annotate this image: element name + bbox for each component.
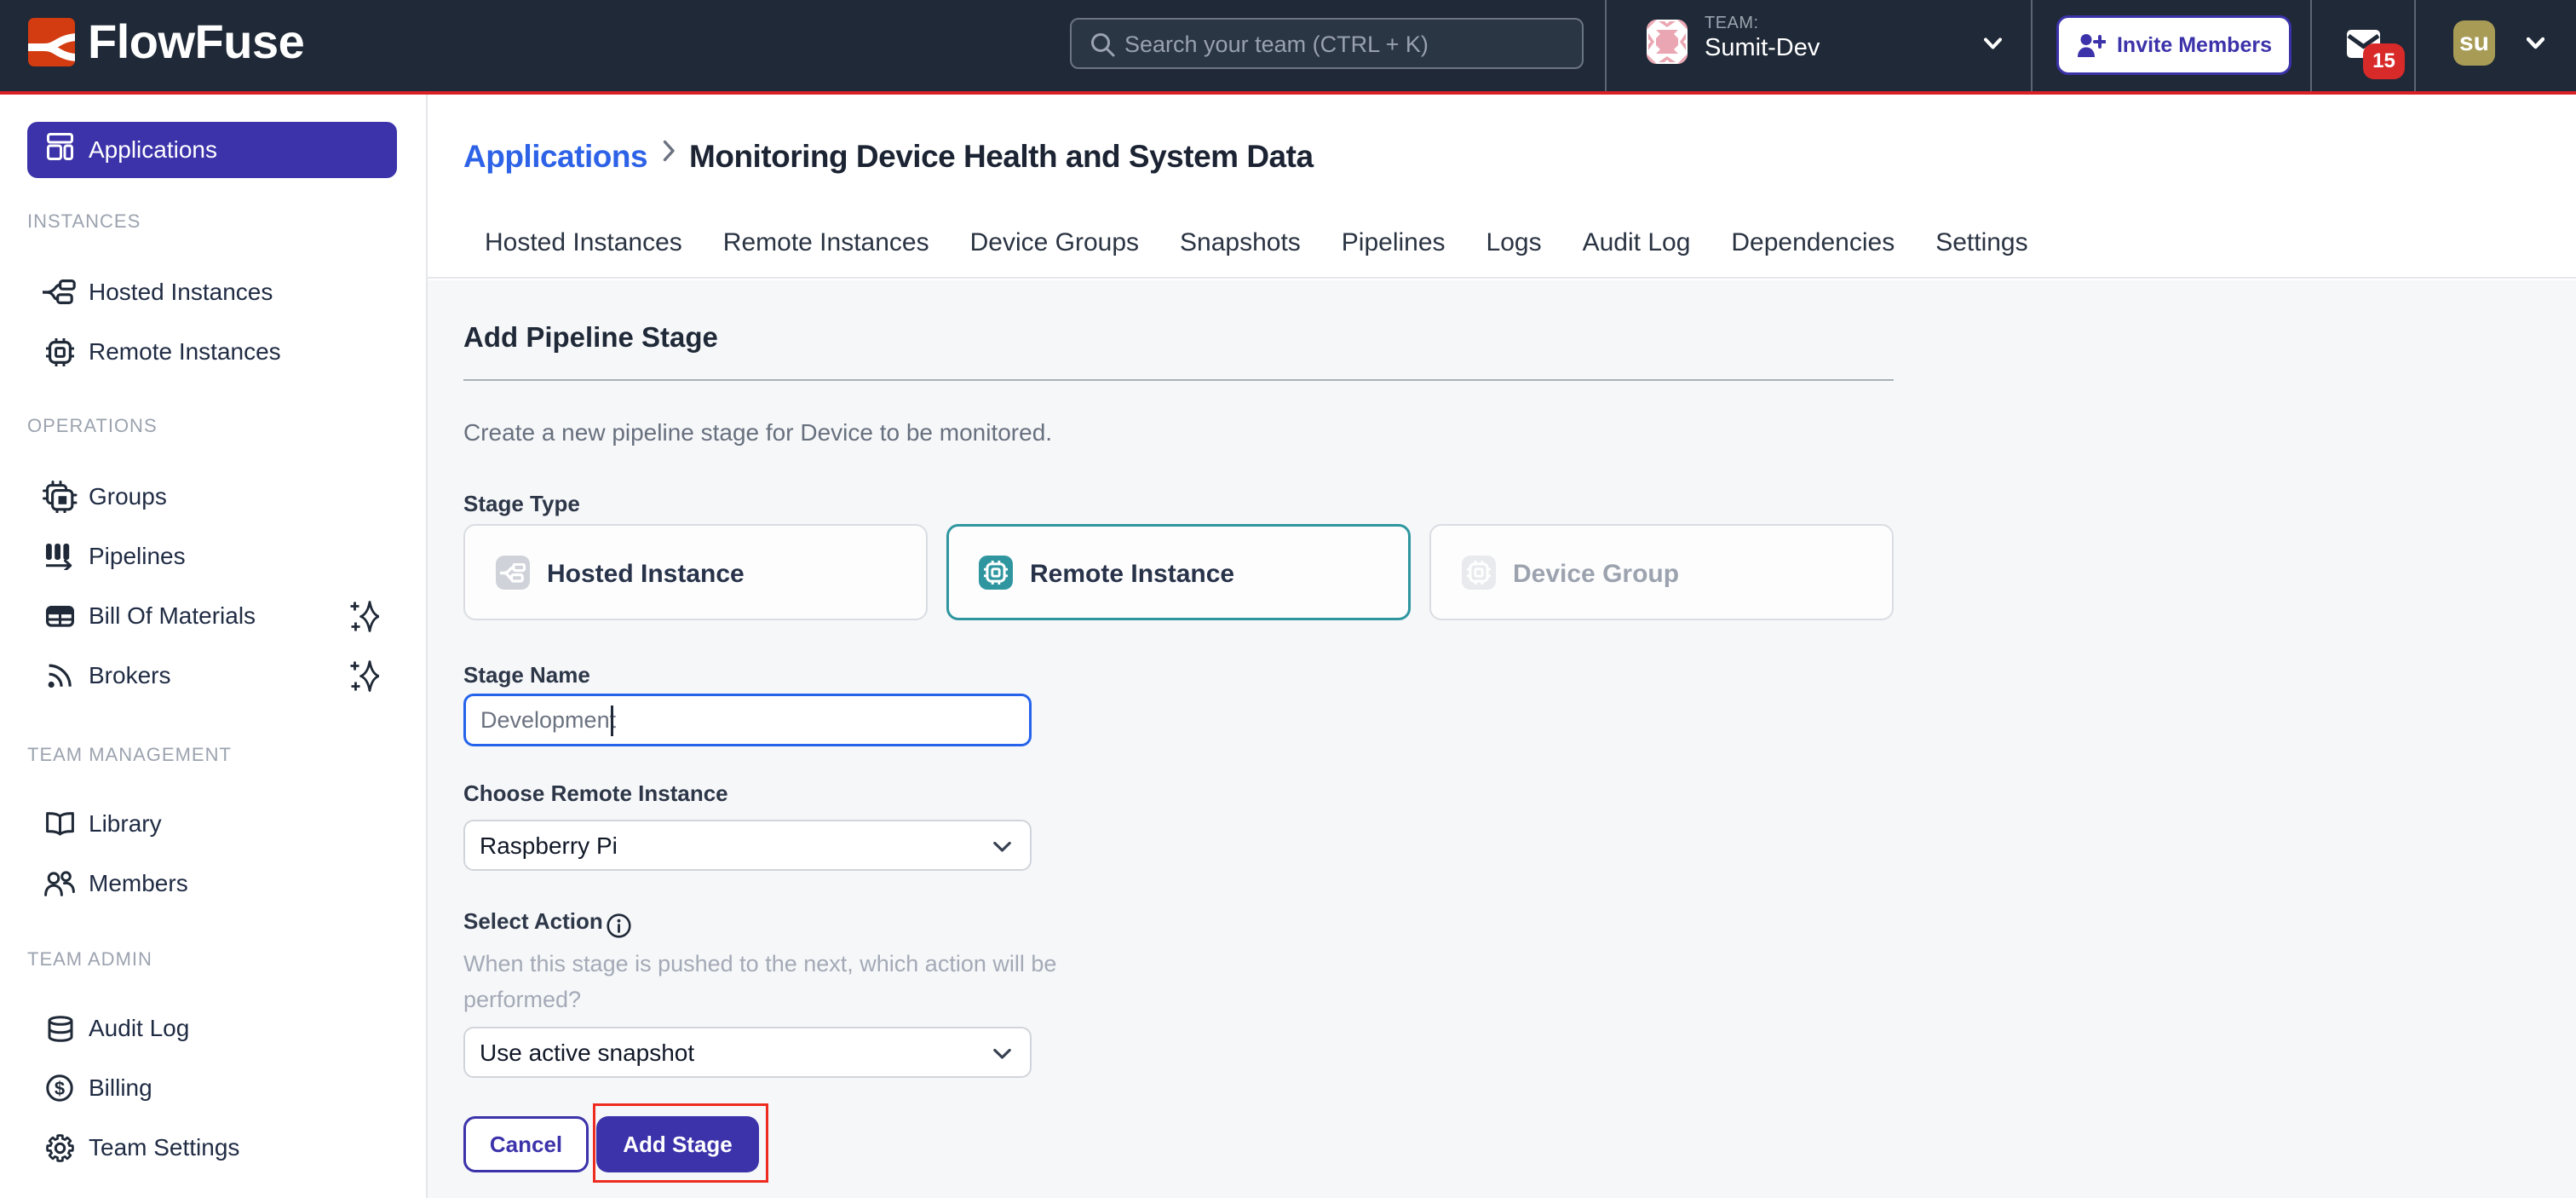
svg-text:$: $	[55, 1078, 65, 1099]
